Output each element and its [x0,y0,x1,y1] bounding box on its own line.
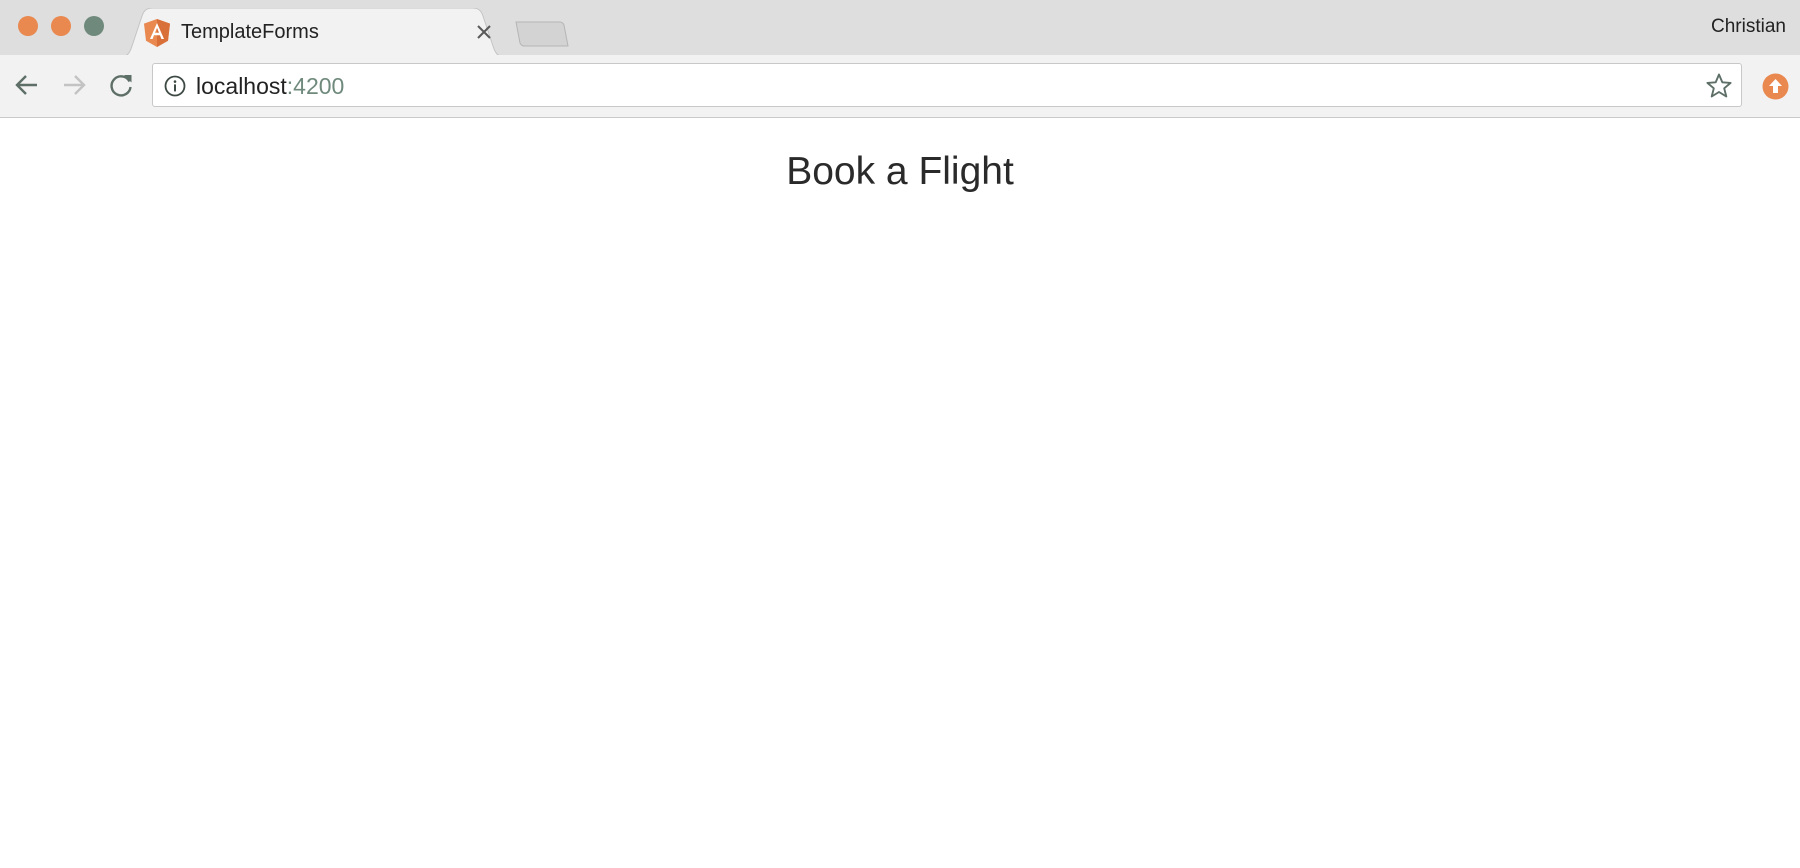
upload-arrow-icon[interactable] [1762,73,1789,100]
url-port: :4200 [286,73,345,99]
back-arrow-icon[interactable] [12,70,42,100]
address-bar[interactable]: localhost:4200 [152,63,1742,107]
tab-close-icon[interactable] [472,20,496,44]
new-tab-button[interactable] [512,18,572,50]
window-zoom-button[interactable] [84,16,104,36]
reload-icon[interactable] [106,70,136,100]
tab-title: TemplateForms [181,21,319,43]
profile-name[interactable]: Christian [1711,15,1786,39]
window-minimize-button[interactable] [51,16,71,36]
page-title: Book a Flight [786,150,1014,193]
info-icon[interactable] [163,74,187,98]
url-text[interactable]: localhost:4200 [196,73,344,99]
tab-strip: TemplateForms Christian [0,0,1800,57]
browser-toolbar: localhost:4200 [0,55,1800,118]
star-icon[interactable] [1705,72,1733,100]
url-host: localhost [196,73,287,99]
angular-icon [144,19,170,47]
window-close-button[interactable] [18,16,38,36]
browser-window: TemplateForms Christian localhost:4200 B… [0,0,1800,868]
forward-arrow-icon[interactable] [59,70,89,100]
page-content: Book a Flight [0,118,1800,868]
